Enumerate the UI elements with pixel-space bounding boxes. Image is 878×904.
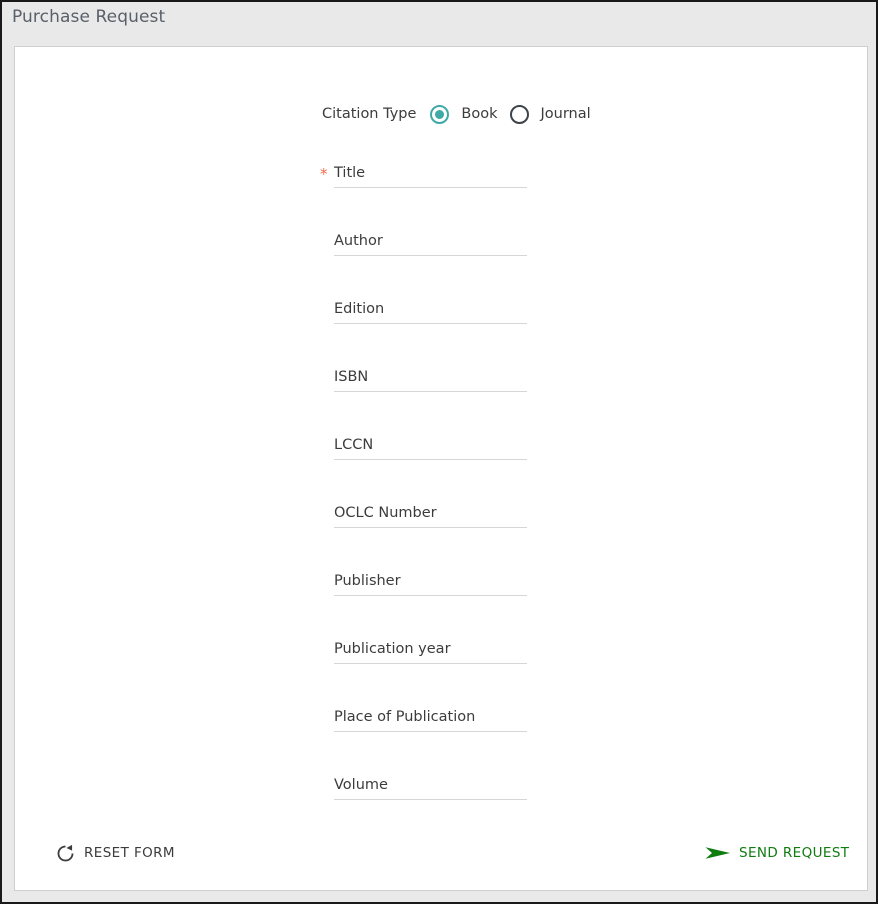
purchase-request-form-panel: Citation Type Book Journal * Title Autho… (14, 46, 868, 891)
field-underline (334, 595, 527, 596)
field-author[interactable]: Author (334, 226, 527, 256)
field-underline (334, 323, 527, 324)
field-label-volume: Volume (334, 777, 388, 793)
send-request-label: SEND REQUEST (739, 845, 850, 861)
field-publisher[interactable]: Publisher (334, 566, 527, 596)
field-oclc-number[interactable]: OCLC Number (334, 498, 527, 528)
field-label-lccn: LCCN (334, 437, 374, 453)
field-label-edition: Edition (334, 301, 385, 317)
field-title[interactable]: * Title (320, 158, 527, 188)
citation-type-option-journal[interactable]: Journal (541, 106, 591, 122)
citation-type-row: Citation Type Book Journal (322, 101, 591, 127)
send-request-button[interactable]: SEND REQUEST (705, 840, 849, 866)
field-place-of-publication[interactable]: Place of Publication (334, 702, 527, 732)
field-underline (334, 527, 527, 528)
window-titlebar: Purchase Request (2, 2, 876, 44)
radio-dot-icon (435, 109, 445, 119)
field-underline (334, 799, 527, 800)
field-edition[interactable]: Edition (334, 294, 527, 324)
reset-form-button[interactable]: RESET FORM (56, 840, 175, 866)
field-publication-year[interactable]: Publication year (334, 634, 527, 664)
radio-selected-icon[interactable] (430, 104, 450, 124)
field-label-title: Title (334, 165, 366, 181)
field-label-publisher: Publisher (334, 573, 401, 589)
window-title: Purchase Request (12, 7, 166, 27)
reset-form-label: RESET FORM (84, 845, 175, 861)
field-underline (334, 663, 527, 664)
send-arrow-icon (705, 844, 731, 862)
field-underline (334, 731, 527, 732)
purchase-request-window: Purchase Request Citation Type Book Jour… (0, 0, 878, 904)
required-asterisk-icon: * (320, 165, 328, 183)
citation-type-label: Citation Type (322, 106, 417, 122)
field-label-oclc-number: OCLC Number (334, 505, 437, 521)
field-label-isbn: ISBN (334, 369, 369, 385)
citation-type-option-book[interactable]: Book (461, 106, 497, 122)
refresh-circular-arrow-icon (56, 844, 75, 863)
field-underline (334, 187, 527, 188)
field-underline (334, 255, 527, 256)
field-underline (334, 459, 527, 460)
field-lccn[interactable]: LCCN (334, 430, 527, 460)
radio-unselected-icon[interactable] (509, 104, 529, 124)
field-label-author: Author (334, 233, 383, 249)
field-volume[interactable]: Volume (334, 770, 527, 800)
field-label-place-of-publication: Place of Publication (334, 709, 476, 725)
field-label-publication-year: Publication year (334, 641, 451, 657)
field-isbn[interactable]: ISBN (334, 362, 527, 392)
field-underline (334, 391, 527, 392)
